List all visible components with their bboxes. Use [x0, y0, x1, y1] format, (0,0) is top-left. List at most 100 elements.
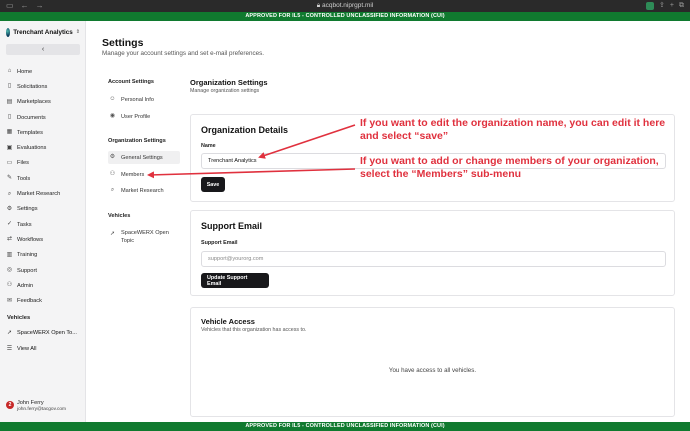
vehicles-heading: Vehicles — [108, 213, 131, 219]
browser-toolbar: ▭ ← → 🔒︎ acqbot.niprgpt.mil ⇪ + ⧉ — [0, 0, 690, 12]
sidebar-item-label: Training — [17, 252, 38, 259]
annotation-edit-name: If you want to edit the organization nam… — [360, 117, 665, 142]
search-icon: ⌕ — [7, 190, 12, 197]
annotation-line: If you want to edit the organization nam… — [360, 117, 666, 129]
settings-nav-label: Personal Info — [121, 96, 154, 103]
settings-nav-members[interactable]: ⚇ Members — [108, 168, 180, 181]
sidebar-item-settings[interactable]: ⚙ Settings — [6, 202, 82, 217]
sidebar-item-label: Admin — [17, 282, 34, 289]
org-logo — [6, 27, 11, 37]
vehicle-access-message: You have access to all vehicles. — [388, 367, 477, 374]
cui-banner-top: APPROVED FOR IL5 - CONTROLLED UNCLASSIFI… — [0, 12, 690, 21]
clipboard-icon: ▣ — [6, 144, 13, 151]
settings-nav-label: User Profile — [121, 113, 151, 120]
sidebar-item-market-research[interactable]: ⌕ Market Research — [6, 186, 82, 201]
avatar: 2 — [6, 401, 14, 409]
annotation-line: If you want to add or change members of … — [360, 155, 659, 167]
back-icon[interactable]: ← — [21, 1, 29, 11]
sidebar-item-vehicle[interactable]: ➚ SpaceWERX Open To... — [6, 327, 82, 339]
sidebar-item-label: Files — [17, 160, 30, 167]
account-settings-heading: Account Settings — [108, 79, 154, 85]
settings-nav-personal-info[interactable]: ☺ Personal Info — [108, 93, 180, 106]
sidebar-item-workflows[interactable]: ⇄ Workflows — [6, 232, 82, 247]
sidebar-item-templates[interactable]: ▦ Templates — [6, 125, 82, 140]
sidebar: Trenchant Analytics ⇕ ‹ ⌂ Home ▯ Solicitat… — [0, 21, 86, 422]
search-icon: ⌕ — [110, 187, 115, 193]
extension-icon[interactable] — [646, 2, 655, 10]
user-menu[interactable]: 2 John Ferry john.ferry@tacgov.com — [6, 400, 82, 418]
sidebar-item-label: Workflows — [17, 236, 44, 243]
org-settings-title: Organization Settings — [190, 78, 268, 87]
home-icon: ⌂ — [7, 68, 12, 75]
org-settings-subtitle: Manage organization settings — [190, 88, 260, 94]
workflow-icon: ⇄ — [6, 236, 13, 243]
save-button[interactable]: Save — [201, 177, 225, 192]
settings-nav-user-profile[interactable]: ◉ User Profile — [108, 110, 180, 123]
sidebar-toggle-icon[interactable]: ▭ — [6, 1, 14, 11]
gear-icon: ⚙ — [109, 154, 116, 160]
sidebar-item-label: Feedback — [17, 298, 42, 305]
settings-nav-general-settings[interactable]: ⚙ General Settings — [108, 151, 180, 164]
vehicle-access-subtitle: Vehicles that this organization has acce… — [201, 327, 307, 333]
sidebar-item-documents[interactable]: ▯ Documents — [6, 110, 82, 125]
sidebar-item-marketplaces[interactable]: ▤ Marketplaces — [6, 95, 82, 110]
gear-icon: ⚙ — [6, 205, 13, 212]
org-switcher[interactable]: Trenchant Analytics ⇕ — [6, 26, 80, 38]
sidebar-item-solicitations[interactable]: ▯ Solicitations — [6, 79, 82, 94]
settings-nav-label: General Settings — [121, 154, 163, 161]
new-tab-icon[interactable]: + — [670, 1, 674, 11]
forward-icon[interactable]: → — [36, 1, 44, 11]
list-icon: ☰ — [6, 345, 13, 352]
template-icon: ▦ — [6, 129, 13, 136]
support-email-input[interactable]: support@yourorg.com — [201, 251, 666, 267]
tabs-icon[interactable]: ⧉ — [679, 1, 684, 11]
collapse-sidebar-button[interactable]: ‹ — [6, 44, 80, 55]
sidebar-item-label: Documents — [17, 114, 46, 121]
sidebar-vehicles-heading: Vehicles — [7, 315, 31, 321]
settings-nav-label: Members — [121, 171, 145, 178]
settings-nav-label: SpaceWERX Open Topic — [121, 230, 169, 244]
user-name: John Ferry — [17, 400, 44, 406]
cui-banner-bottom: APPROVED FOR IL5 - CONTROLLED UNCLASSIFI… — [0, 422, 690, 431]
sidebar-item-training[interactable]: ▥ Training — [6, 248, 82, 263]
sidebar-item-feedback[interactable]: ✉ Feedback — [6, 293, 82, 308]
support-icon: ◎ — [6, 267, 13, 273]
address-bar[interactable]: 🔒︎ acqbot.niprgpt.mil — [317, 1, 374, 11]
sidebar-item-admin[interactable]: ⚇ Admin — [6, 278, 82, 293]
settings-nav-label: Market Research — [121, 187, 164, 194]
sidebar-item-view-all[interactable]: ☰ View All — [6, 343, 82, 355]
sidebar-item-label: Marketplaces — [17, 99, 51, 106]
share-icon[interactable]: ⇪ — [659, 1, 665, 11]
user-icon: ☺ — [109, 96, 116, 102]
settings-nav-vehicle[interactable]: ➚ SpaceWERX Open Topic — [108, 229, 180, 247]
sidebar-item-label: Templates — [17, 129, 43, 136]
support-email-card: Support Email Support Email support@your… — [190, 210, 675, 296]
check-icon: ✓ — [6, 221, 13, 228]
update-support-email-button[interactable]: Update Support Email — [201, 273, 269, 288]
sidebar-item-label: Tasks — [17, 221, 32, 228]
browser-extensions: ⇪ + ⧉ — [646, 1, 684, 11]
folder-icon: ▭ — [6, 159, 13, 166]
admin-icon: ⚇ — [6, 282, 13, 289]
sidebar-item-support[interactable]: ◎ Support — [6, 263, 82, 278]
chevron-up-down-icon: ⇕ — [75, 29, 80, 35]
card-title: Organization Details — [201, 125, 289, 135]
card-title: Support Email — [201, 221, 263, 231]
rocket-icon: ➚ — [6, 329, 13, 336]
support-email-label: Support Email — [201, 240, 238, 246]
profile-icon: ◉ — [109, 113, 116, 119]
sidebar-item-label: Market Research — [17, 191, 61, 198]
file-icon: ▯ — [7, 83, 12, 90]
sidebar-item-label: View All — [17, 346, 37, 352]
sidebar-item-evaluations[interactable]: ▣ Evaluations — [6, 140, 82, 155]
sidebar-item-tools[interactable]: ✎ Tools — [6, 171, 82, 186]
sidebar-item-label: Evaluations — [17, 145, 47, 152]
name-label: Name — [201, 143, 216, 149]
sidebar-item-label: Solicitations — [17, 83, 48, 90]
users-icon: ⚇ — [109, 171, 116, 177]
settings-nav-market-research[interactable]: ⌕ Market Research — [108, 184, 180, 197]
sidebar-item-tasks[interactable]: ✓ Tasks — [6, 217, 82, 232]
sidebar-item-files[interactable]: ▭ Files — [6, 156, 82, 171]
store-icon: ▤ — [6, 98, 13, 105]
sidebar-item-home[interactable]: ⌂ Home — [6, 64, 82, 79]
